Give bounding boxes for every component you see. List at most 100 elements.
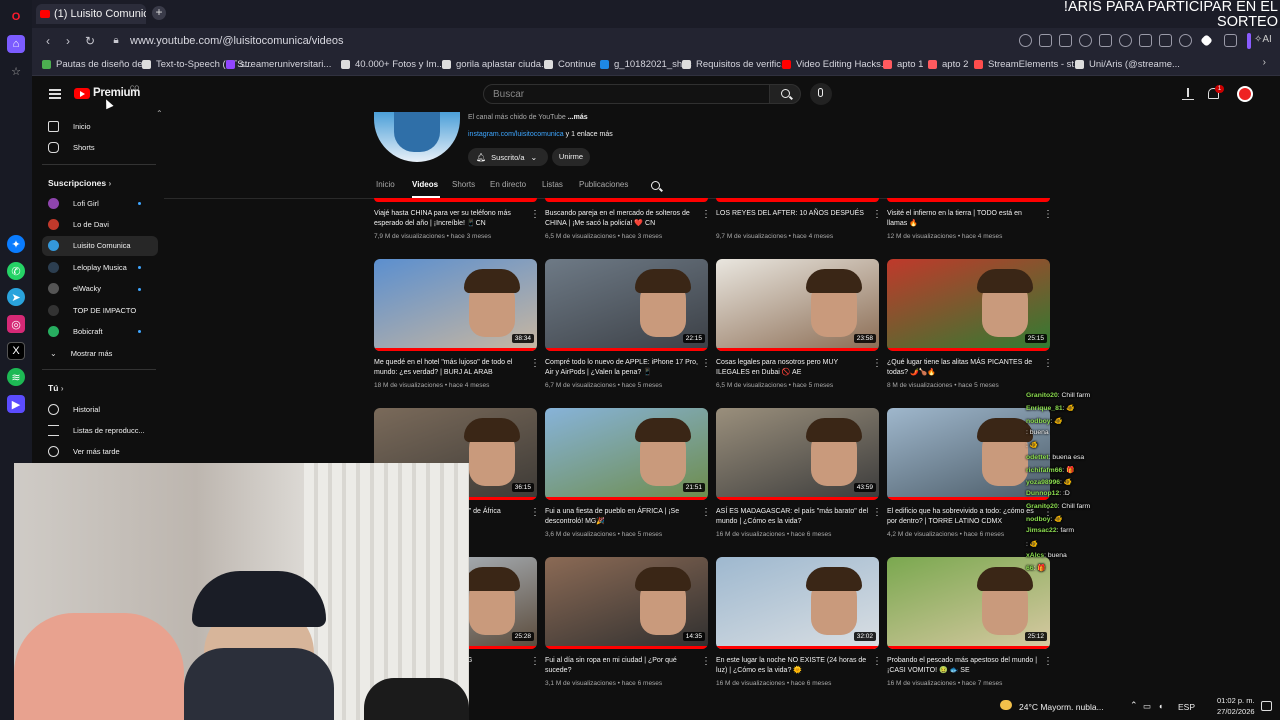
more-options-icon[interactable] (1043, 209, 1053, 221)
cube-icon[interactable] (1224, 34, 1237, 47)
channel-link[interactable]: instagram.com/luisitocomunica (468, 131, 564, 138)
bookmark-item[interactable]: apto 2 (928, 59, 968, 70)
more-options-icon[interactable] (872, 507, 882, 519)
bookmark-item[interactable]: StreamElements - st... (974, 59, 1082, 70)
more-options-icon[interactable] (701, 507, 711, 519)
new-tab-button[interactable]: + (152, 6, 166, 20)
subscription-item[interactable]: Lo de Davi (42, 214, 158, 234)
player-icon[interactable]: ▶ (7, 395, 25, 413)
more-options-icon[interactable] (1043, 656, 1053, 668)
video-title[interactable]: Me quedé en el hotel "más lujoso" de tod… (374, 358, 529, 378)
bookmark-item[interactable]: Pautas de diseño de... (42, 59, 151, 70)
more-options-icon[interactable] (701, 358, 711, 370)
search-button[interactable] (769, 84, 801, 104)
video-title[interactable]: Visité el infierno en la tierra | TODO e… (887, 209, 1042, 229)
channel-search-icon[interactable] (651, 181, 660, 190)
hamburger-icon[interactable] (49, 89, 61, 99)
join-button[interactable]: Unirme (552, 148, 590, 166)
bookmark-item[interactable]: Uni/Aris (@streame... (1075, 59, 1180, 70)
video-title[interactable]: Compré todo lo nuevo de APPLE: iPhone 17… (545, 358, 700, 378)
url-field[interactable]: www.youtube.com/@luisitocomunica/videos (130, 35, 344, 47)
video-thumbnail[interactable]: 32:02 (716, 557, 879, 649)
volume-icon[interactable]: ◖ (1158, 701, 1163, 711)
channel-description[interactable]: El canal más chido de YouTube ...más (468, 114, 588, 121)
nav-shorts[interactable]: Shorts (42, 137, 158, 157)
video-title[interactable]: En este lugar la noche NO EXISTE (24 hor… (716, 656, 871, 676)
download-icon[interactable] (1099, 34, 1112, 47)
channel-links[interactable]: instagram.com/luisitocomunica y 1 enlace… (468, 131, 613, 138)
active-tab[interactable]: (1) Luisito Comunica - Yo (36, 4, 146, 24)
weather-text[interactable]: 24°C Mayorm. nubla... (1019, 702, 1104, 712)
video-title[interactable]: Cosas legales para nosotros pero MUY ILE… (716, 358, 871, 378)
clock-time[interactable]: 01:02 p. m. (1217, 696, 1255, 705)
video-title[interactable]: El edificio que ha sobrevivido a todo: ¿… (887, 507, 1042, 527)
shield-icon[interactable] (1079, 34, 1092, 47)
reload-icon[interactable]: ↻ (82, 33, 98, 49)
more-options-icon[interactable] (872, 209, 882, 221)
more-options-icon[interactable] (701, 656, 711, 668)
avatar[interactable] (1237, 86, 1253, 102)
profile-icon[interactable] (1179, 34, 1192, 47)
nav-home[interactable]: Inicio (42, 116, 158, 136)
tab-playlists[interactable]: Listas (542, 180, 563, 189)
video-title[interactable]: Viajé hasta CHINA para ver su teléfono m… (374, 209, 529, 229)
video-title[interactable]: Fui al día sin ropa en mi ciudad | ¿Por … (545, 656, 700, 676)
whatsapp-icon[interactable]: ✆ (7, 262, 25, 280)
subscription-item[interactable]: Luisito Comunica (42, 235, 158, 256)
menu-icon[interactable] (1159, 34, 1172, 47)
video-thumbnail[interactable]: 25:15 (887, 259, 1050, 351)
x-icon[interactable]: X (7, 342, 25, 360)
edit-icon[interactable] (1039, 34, 1052, 47)
zoom-icon[interactable] (1019, 34, 1032, 47)
more-links[interactable]: y 1 enlace más (566, 131, 613, 138)
bookmark-item[interactable]: Requisitos de verific... (682, 59, 789, 70)
nav-playlists[interactable]: Listas de reproducc... (42, 420, 158, 440)
tab-home[interactable]: Inicio (376, 180, 395, 189)
search-input[interactable]: Buscar (483, 84, 770, 104)
ai-button[interactable]: ✧AI (1254, 34, 1272, 45)
bookmark-item[interactable]: g_10182021_shcc (600, 59, 692, 70)
more-options-icon[interactable] (1043, 358, 1053, 370)
video-thumbnail[interactable]: 38:34 (374, 259, 537, 351)
chevron-right-icon[interactable]: › (1263, 57, 1266, 68)
chevron-up-icon[interactable]: ⌃ (1130, 700, 1138, 711)
more-options-icon[interactable] (872, 358, 882, 370)
upload-icon[interactable] (1182, 88, 1194, 100)
video-title[interactable]: ¿Qué lugar tiene las alitas MÁS PICANTES… (887, 358, 1042, 378)
diamond-icon[interactable] (1200, 34, 1213, 47)
you-heading[interactable]: Tú › (48, 383, 64, 393)
clock-date[interactable]: 27/02/2026 (1217, 707, 1255, 716)
show-more-button[interactable]: ⌄ Mostrar más (42, 343, 158, 363)
video-thumbnail[interactable]: 43:59 (716, 408, 879, 500)
subscriptions-heading[interactable]: Suscripciones › (48, 178, 111, 188)
subscription-item[interactable]: TOP DE IMPACTO (42, 300, 158, 320)
mic-button[interactable] (810, 83, 832, 105)
tab-live[interactable]: En directo (490, 180, 526, 189)
home-icon[interactable]: ⌂ (7, 35, 25, 53)
video-thumbnail[interactable]: 21:51 (545, 408, 708, 500)
nav-watch-later[interactable]: Ver más tarde (42, 441, 158, 461)
bookmark-item[interactable]: 40.000+ Fotos y Im... (341, 59, 445, 70)
bookmark-item[interactable]: Video Editing Hacks... (782, 59, 889, 70)
tab-shorts[interactable]: Shorts (452, 180, 475, 189)
video-title[interactable]: Fui a una fiesta de pueblo en ÁFRICA | ¡… (545, 507, 700, 527)
channel-avatar[interactable] (374, 112, 460, 162)
language-indicator[interactable]: ESP (1178, 702, 1195, 712)
video-thumbnail[interactable]: 14:35 (545, 557, 708, 649)
notifications-icon[interactable] (1261, 701, 1272, 711)
heart-icon[interactable] (1119, 34, 1132, 47)
opera-logo-icon[interactable]: O (7, 8, 25, 26)
camera-icon[interactable] (1059, 34, 1072, 47)
more-options-icon[interactable] (701, 209, 711, 221)
video-title[interactable]: Probando el pescado más apestoso del mun… (887, 656, 1042, 676)
tab-posts[interactable]: Publicaciones (579, 180, 628, 189)
extensions-icon[interactable] (1139, 34, 1152, 47)
video-thumbnail[interactable]: 23:58 (716, 259, 879, 351)
tab-videos[interactable]: Videos (412, 180, 438, 189)
instagram-icon[interactable]: ◎ (7, 315, 25, 333)
video-title[interactable]: LOS REYES DEL AFTER: 10 AÑOS DESPUÉS (716, 209, 871, 219)
video-title[interactable]: ASÍ ES MADAGASCAR: el país "más barato" … (716, 507, 871, 527)
lock-icon[interactable]: 🔒︎ (108, 33, 124, 49)
subscribed-button[interactable]: 🔔︎ Suscrito/a ⌄ (468, 148, 548, 166)
more-options-icon[interactable] (530, 358, 540, 370)
